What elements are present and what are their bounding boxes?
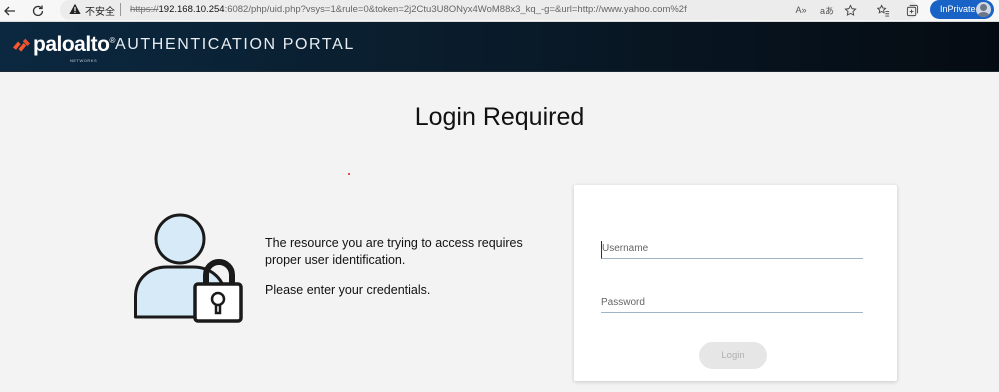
url-host: 192.168.10.254 <box>158 4 225 15</box>
main-content: Login Required The resource you are tryi… <box>0 73 999 392</box>
auth-message-instruction: Please enter your credentials. <box>265 283 431 297</box>
logo-text: paloalto® <box>33 33 115 57</box>
inprivate-label: InPrivate <box>940 4 976 14</box>
warning-icon[interactable] <box>69 3 81 15</box>
stray-dot <box>348 173 350 175</box>
inprivate-button[interactable]: InPrivate <box>930 0 994 19</box>
translate-icon[interactable]: aあ <box>820 3 834 17</box>
read-aloud-icon[interactable]: A» <box>794 3 808 17</box>
login-button[interactable]: Login <box>699 342 767 369</box>
username-field[interactable] <box>601 241 863 259</box>
url-scheme: https:// <box>130 4 159 15</box>
arrow-left-icon <box>4 6 15 16</box>
refresh-icon <box>32 5 44 17</box>
portal-header: paloalto® NETWORKS AUTHENTICATION PORTAL <box>0 22 999 72</box>
back-button[interactable] <box>0 1 20 21</box>
browser-toolbar: 不安全 https://192.168.10.254:6082/php/uid.… <box>0 0 999 22</box>
auth-message-requirement: The resource you are trying to access re… <box>265 236 523 267</box>
collections-icon[interactable] <box>905 3 919 17</box>
portal-title: AUTHENTICATION PORTAL <box>115 36 355 53</box>
user-lock-icon <box>134 213 243 323</box>
logo-subtext: NETWORKS <box>70 58 98 63</box>
login-card: Login <box>574 185 897 381</box>
address-bar[interactable]: 不安全 https://192.168.10.254:6082/php/uid.… <box>60 0 918 20</box>
password-field[interactable] <box>601 295 863 313</box>
page-title: Login Required <box>414 103 585 131</box>
logo-wordmark: paloalto <box>33 33 110 56</box>
paloalto-logo-icon <box>13 38 30 52</box>
address-divider <box>120 3 121 16</box>
url-path: :6082/php/uid.php?vsys=1&rule=0&token=2j… <box>224 4 687 15</box>
insecure-label[interactable]: 不安全 <box>85 3 115 18</box>
url-text[interactable]: https://192.168.10.254:6082/php/uid.php?… <box>130 4 687 15</box>
favorites-icon[interactable] <box>876 3 890 17</box>
profile-avatar-icon <box>976 2 991 17</box>
refresh-button[interactable] <box>28 1 48 21</box>
favorite-add-icon[interactable] <box>843 3 857 17</box>
auth-message: The resource you are trying to access re… <box>265 235 555 299</box>
